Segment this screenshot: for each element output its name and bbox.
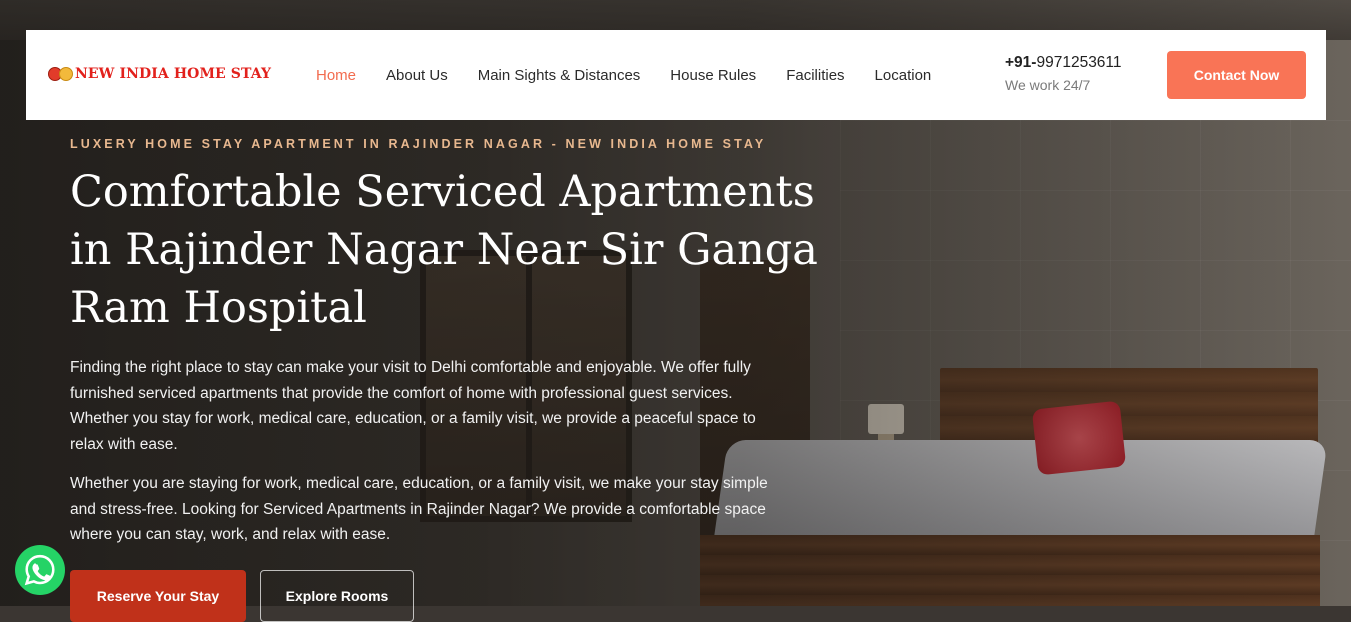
site-header: NEW INDIA HOME STAY Home About Us Main S… bbox=[26, 30, 1326, 120]
nav-item-about-us[interactable]: About Us bbox=[386, 67, 448, 84]
phone-digits: 9971253611 bbox=[1036, 54, 1122, 71]
nav-item-home[interactable]: Home bbox=[316, 67, 356, 84]
nav-item-house-rules[interactable]: House Rules bbox=[670, 67, 756, 84]
hero-paragraph-1: Finding the right place to stay can make… bbox=[70, 359, 756, 453]
whatsapp-icon bbox=[24, 554, 55, 586]
hero-eyebrow: LUXERY HOME STAY APARTMENT IN RAJINDER N… bbox=[70, 137, 767, 151]
nav-item-location[interactable]: Location bbox=[875, 67, 932, 84]
phone-number[interactable]: +91-9971253611 bbox=[1005, 54, 1122, 72]
brand-logo[interactable]: NEW INDIA HOME STAY bbox=[48, 66, 271, 82]
hero-title: Comfortable Serviced Apartments in Rajin… bbox=[70, 167, 818, 333]
yellow-face-icon bbox=[59, 67, 73, 81]
brand-name: NEW INDIA HOME STAY bbox=[75, 66, 272, 82]
emoji-faces-icon bbox=[48, 67, 73, 81]
hero-paragraph-2: Whether you are staying for work, medica… bbox=[70, 475, 768, 543]
whatsapp-button[interactable] bbox=[15, 545, 65, 595]
nav-item-facilities[interactable]: Facilities bbox=[786, 67, 844, 84]
reserve-your-stay-button[interactable]: Reserve Your Stay bbox=[70, 570, 246, 622]
explore-rooms-button[interactable]: Explore Rooms bbox=[260, 570, 414, 622]
contact-now-button[interactable]: Contact Now bbox=[1167, 51, 1306, 99]
working-hours: We work 24/7 bbox=[1005, 77, 1091, 93]
nav-item-main-sights[interactable]: Main Sights & Distances bbox=[478, 67, 641, 84]
phone-prefix: +91- bbox=[1005, 54, 1037, 71]
contact-info: +91-9971253611 We work 24/7 bbox=[1005, 54, 1122, 93]
main-nav: Home About Us Main Sights & Distances Ho… bbox=[316, 30, 931, 120]
